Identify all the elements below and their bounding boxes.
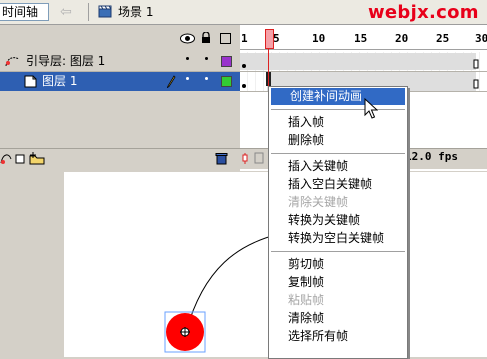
layer-color-swatch[interactable]	[221, 56, 232, 67]
menu-item-insert-blank-keyframe[interactable]: 插入空白关键帧	[269, 176, 407, 193]
lock-icon[interactable]	[201, 32, 211, 44]
playhead[interactable]	[265, 29, 274, 49]
menu-separator	[271, 109, 405, 110]
menu-separator	[271, 251, 405, 252]
menu-item-convert-to-keyframe[interactable]: 转换为关键帧	[269, 212, 407, 229]
motion-guide-path	[185, 233, 280, 333]
menu-item-clear-frames[interactable]: 清除帧	[269, 310, 407, 327]
menu-item-cut-frames[interactable]: 剪切帧	[269, 256, 407, 273]
menu-item-paste-frames: 粘贴帧	[288, 293, 325, 307]
menu-item-copy-frames[interactable]: 复制帧	[269, 274, 407, 291]
frame-ruler[interactable]: 1 5 10 15 20 25 30	[240, 29, 487, 50]
menu-item-delete-frame[interactable]: 删除帧	[269, 132, 407, 149]
ruler-tick: 15	[354, 32, 368, 45]
layer-row-selected[interactable]: 图层 1	[0, 72, 240, 91]
watermark: webjx.com	[368, 2, 479, 23]
menu-item-convert-to-blank-keyframe[interactable]: 转换为空白关键帧	[269, 230, 407, 247]
timeline-tab[interactable]: 时间轴	[0, 3, 49, 21]
visibility-dot[interactable]	[186, 57, 189, 60]
lock-dot[interactable]	[205, 57, 208, 60]
layer-name: 图层 1	[42, 74, 78, 88]
menu-item-insert-frame[interactable]: 插入帧	[269, 114, 407, 131]
guide-layer-icon	[5, 57, 20, 67]
pencil-icon	[166, 75, 176, 88]
lock-dot[interactable]	[205, 77, 208, 80]
back-arrow-icon[interactable]: ⇦	[60, 5, 76, 19]
scene-clapper-icon	[98, 5, 112, 18]
layer-page-icon	[24, 75, 37, 88]
visibility-dot[interactable]	[186, 77, 189, 80]
fps-readout: 12.0 fps	[405, 150, 458, 163]
trash-icon[interactable]	[215, 152, 228, 165]
menu-separator	[271, 153, 405, 154]
ruler-tick: 1	[241, 32, 248, 45]
ruler-tick: 25	[436, 32, 450, 45]
menu-item-clear-keyframe: 清除关键帧	[288, 195, 349, 209]
layer-row-guide[interactable]: 引导层: 图层 1	[0, 52, 240, 72]
ruler-tick: 20	[395, 32, 409, 45]
ruler-tick: 10	[312, 32, 326, 45]
context-menu: 创建补间动画 插入帧 删除帧 插入关键帧 插入空白关键帧 清除关键帧 转换为关键…	[268, 86, 408, 359]
ruler-tick: 30	[475, 32, 487, 45]
layer-bottom-toolbar	[0, 148, 240, 169]
mouse-cursor-icon	[364, 98, 378, 119]
layer-header	[0, 29, 240, 49]
layer-color-swatch[interactable]	[221, 76, 232, 87]
eye-icon[interactable]	[180, 33, 195, 44]
layer-name: 引导层: 图层 1	[26, 54, 106, 68]
add-layer-icons[interactable]	[0, 151, 46, 165]
scene-label[interactable]: 场景 1	[118, 4, 153, 20]
menu-item-insert-keyframe[interactable]: 插入关键帧	[269, 158, 407, 175]
outline-icon[interactable]	[220, 33, 231, 44]
menu-item-create-motion-tween[interactable]: 创建补间动画	[271, 88, 405, 105]
menu-item-select-all-frames[interactable]: 选择所有帧	[269, 328, 407, 345]
toolbar-divider	[88, 3, 89, 21]
